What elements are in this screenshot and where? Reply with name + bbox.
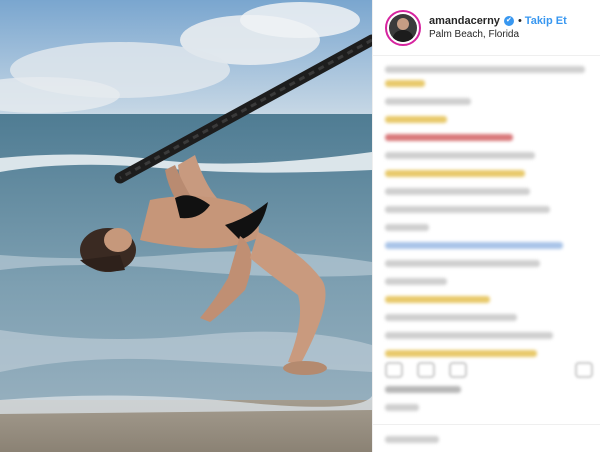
blurred-line [385, 332, 553, 339]
username-link[interactable]: amandacerny [429, 14, 500, 28]
header-top-row: amandacerny ✔ • Takip Et [429, 14, 567, 28]
post-header: amandacerny ✔ • Takip Et Palm Beach, Flo… [373, 0, 600, 56]
blurred-line [385, 278, 447, 285]
blurred-line [385, 350, 537, 357]
blurred-line [385, 206, 550, 213]
blurred-line [385, 116, 447, 123]
blurred-date [385, 404, 419, 411]
blurred-emoji [385, 80, 425, 87]
separator-dot: • [517, 14, 522, 27]
blurred-line [385, 98, 471, 105]
share-icon[interactable] [449, 362, 467, 378]
blurred-line [385, 314, 517, 321]
follow-button[interactable]: Takip Et [525, 14, 567, 28]
comment-icon[interactable] [417, 362, 435, 378]
blurred-line [385, 170, 525, 177]
comment-divider [373, 424, 600, 425]
blurred-comments [373, 56, 600, 357]
blurred-line [385, 242, 563, 249]
post-sidebar: amandacerny ✔ • Takip Et Palm Beach, Flo… [372, 0, 600, 452]
post-photo[interactable] [0, 0, 372, 452]
instagram-post: amandacerny ✔ • Takip Et Palm Beach, Flo… [0, 0, 600, 452]
location-link[interactable]: Palm Beach, Florida [429, 28, 567, 42]
blurred-line [385, 152, 535, 159]
heart-icon[interactable] [385, 362, 403, 378]
action-bar [385, 362, 593, 378]
blurred-line [385, 260, 540, 267]
avatar[interactable] [385, 9, 421, 46]
verified-badge-icon: ✔ [503, 15, 514, 26]
blurred-line [385, 188, 530, 195]
blurred-add-comment[interactable] [385, 436, 439, 443]
bookmark-icon[interactable] [575, 362, 593, 378]
blurred-line [385, 224, 429, 231]
beach-photo-image [0, 0, 372, 452]
blurred-likes [385, 386, 461, 393]
header-info: amandacerny ✔ • Takip Et Palm Beach, Flo… [429, 14, 567, 42]
blurred-line [385, 134, 513, 141]
blurred-caption-line [385, 66, 585, 73]
profile-picture [389, 13, 417, 42]
blurred-line [385, 296, 490, 303]
